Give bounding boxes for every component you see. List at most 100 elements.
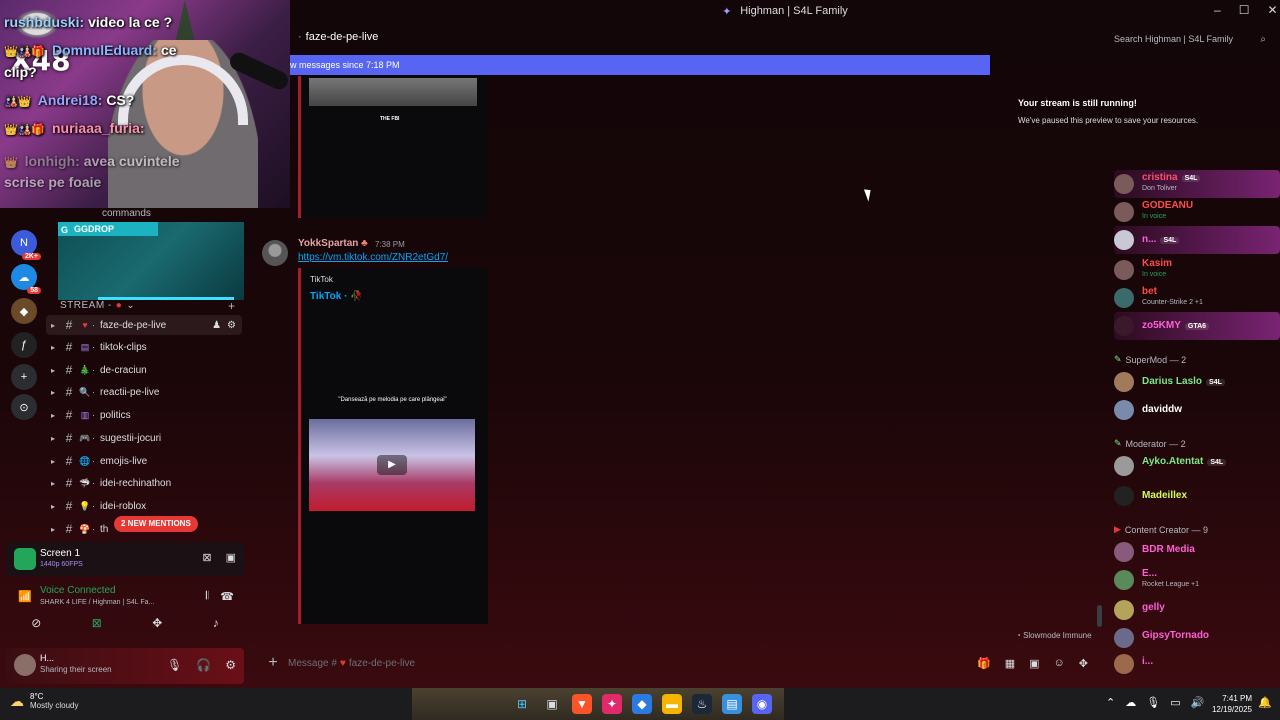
apps-icon[interactable]: ✥ <box>1079 657 1088 670</box>
sticker-icon[interactable]: ▣ <box>1029 657 1039 670</box>
mic-icon[interactable]: 🎙 <box>167 658 182 672</box>
discover-icon[interactable]: ⊙ <box>11 394 37 420</box>
gif-icon[interactable]: ▦ <box>1005 657 1015 670</box>
soundboard-icon[interactable]: ♪ <box>213 616 219 636</box>
channel-item[interactable]: ▸ # 💡 · idei-roblox <box>46 496 242 516</box>
server-icon-4[interactable]: ƒ <box>11 332 37 358</box>
channel-commands[interactable]: commands <box>102 208 151 219</box>
weather-widget[interactable]: ☁ 8°C Mostly cloudy <box>10 692 78 710</box>
member-item[interactable]: Kasim In voice <box>1114 256 1280 284</box>
play-icon[interactable]: ▶ <box>377 455 407 475</box>
avatar <box>1114 542 1134 562</box>
voice-channel[interactable]: SHARK 4 LIFE / Highman | S4L Fa... <box>40 599 154 606</box>
member-name: daviddw <box>1142 404 1183 415</box>
member-item[interactable]: GODEANU In voice <box>1114 198 1280 226</box>
channel-item[interactable]: ▸ # 🦈 · idei-rechinathon <box>46 473 242 493</box>
add-channel-icon[interactable]: + <box>228 299 236 313</box>
noise-icon[interactable]: 𝄃 <box>206 590 208 603</box>
message-author[interactable]: YokkSpartan ♣ <box>298 238 368 249</box>
member-group-moderator: ✎ Moderator — 2 <box>1114 438 1186 449</box>
network-icon[interactable]: ▭ <box>1170 696 1180 709</box>
channel-item[interactable]: ▸ # 🎄 · de-craciun <box>46 360 242 380</box>
video-thumbnail[interactable]: ▶ <box>309 419 475 511</box>
channel-item[interactable]: ▸ # ▥ · politics <box>46 405 242 425</box>
channel-item[interactable]: ▸ # 🎮 · sugestii-jocuri <box>46 428 242 448</box>
server-icon-3[interactable]: ◆ <box>11 298 37 324</box>
steam-icon[interactable]: ♨ <box>692 694 712 714</box>
task-view-icon[interactable]: ▣ <box>542 694 562 714</box>
disconnect-icon[interactable]: ☎ <box>220 590 234 603</box>
activity-icon[interactable]: ✥ <box>152 616 162 636</box>
channel-list: commands G GGDROP STREAM - ● ⌄ + ▸ # ♥ · fa… <box>46 208 246 536</box>
message-composer[interactable]: + Message # ♥ faze-de-pe-live 🎁 ▦ ▣ ☺ ✥ <box>258 650 1098 676</box>
add-server-icon[interactable]: + <box>11 364 37 390</box>
chat-badges: 🎎👑 <box>4 96 32 108</box>
gift-icon[interactable]: 🎁 <box>977 657 991 670</box>
channel-item[interactable]: ▸ # 🌐 · emojis-live <box>46 451 242 471</box>
member-item[interactable]: n... S4L <box>1114 226 1280 254</box>
maximize-icon[interactable]: ☐ <box>1239 3 1250 17</box>
live-dot-icon: ● <box>115 300 123 311</box>
store-icon[interactable]: ◆ <box>632 694 652 714</box>
notification-icon[interactable]: 🔔 <box>1258 696 1272 709</box>
close-icon[interactable]: ✕ <box>1267 3 1277 17</box>
avatar[interactable] <box>262 240 288 266</box>
member-item[interactable]: GipsyTornado <box>1114 624 1280 652</box>
share-screen-icon[interactable]: ⊠ <box>92 616 102 636</box>
channel-item[interactable]: ▸ # ♥ · faze-de-pe-live ♟ ⚙ <box>46 315 242 335</box>
attach-icon[interactable]: + <box>258 654 288 672</box>
hash-icon: # <box>65 385 73 399</box>
volume-icon[interactable]: 🔊 <box>1191 696 1205 709</box>
hash-icon: # <box>65 522 73 536</box>
member-item[interactable]: Madeillex <box>1114 482 1280 510</box>
copilot-icon[interactable]: ✦ <box>602 694 622 714</box>
member-item[interactable]: zo5KMY GTA6 <box>1114 312 1280 340</box>
voice-status: Voice Connected <box>40 585 116 596</box>
avatar[interactable] <box>14 654 36 676</box>
server-icon-2[interactable]: ☁ 58 <box>11 264 41 294</box>
channel-item[interactable]: ▸ # 🔍 · reactii-pe-live <box>46 382 242 402</box>
member-item[interactable]: gelly <box>1114 596 1280 624</box>
cloud-tray-icon[interactable]: ☁ <box>1125 696 1136 709</box>
member-item[interactable]: BDR Media <box>1114 538 1280 566</box>
search-input[interactable]: Search Highman | S4L Family ⌕ <box>1108 30 1272 48</box>
embed-image[interactable] <box>309 78 477 106</box>
message-link[interactable]: https://vm.tiktok.com/ZNR2etGd7/ <box>298 252 448 263</box>
camera-off-icon[interactable]: ⊘ <box>31 616 41 636</box>
headphones-icon[interactable]: 🎧 <box>196 658 211 672</box>
scrollbar[interactable] <box>1097 605 1102 627</box>
mic-tray-icon[interactable]: 🎙 <box>1146 696 1160 709</box>
category-stream[interactable]: STREAM - ● ⌄ + <box>60 299 235 313</box>
chevron-up-icon[interactable]: ⌃ <box>1106 696 1115 709</box>
member-name: n... S4L <box>1142 234 1180 245</box>
avatar <box>1114 570 1134 590</box>
member-item[interactable]: Ayko.Atentat S4L <box>1114 452 1280 480</box>
discord-icon[interactable]: ◉ <box>752 694 772 714</box>
windows-start-icon[interactable]: ⊞ <box>512 694 532 714</box>
server-icon-1[interactable]: N 2K+ <box>11 230 41 260</box>
brave-browser-icon[interactable]: ▼ <box>572 694 592 714</box>
notepad-icon[interactable]: ▤ <box>722 694 742 714</box>
gear-icon[interactable]: ⚙ <box>225 658 236 672</box>
member-item[interactable]: cristina S4L Don Toliver <box>1114 170 1280 198</box>
server-badge: 58 <box>27 287 41 294</box>
ggdrop-banner[interactable]: G GGDROP <box>58 222 244 300</box>
member-item[interactable]: daviddw <box>1114 396 1280 424</box>
file-explorer-icon[interactable]: ▬ <box>662 694 682 714</box>
minimize-icon[interactable]: – <box>1214 3 1221 17</box>
member-item[interactable]: Darius Laslo S4L <box>1114 368 1280 396</box>
stream-settings-icon[interactable]: ▣ <box>226 551 236 564</box>
member-item[interactable]: E... Rocket League +1 <box>1114 566 1280 594</box>
new-messages-bar[interactable]: w messages since 7:18 PM <box>290 55 990 75</box>
member-item[interactable]: bet Counter-Strike 2 +1 <box>1114 284 1280 312</box>
invite-icon[interactable]: ♟ <box>212 320 221 331</box>
embed-title[interactable]: TikTok · 🥀 <box>310 291 363 302</box>
screen-share-panel: Screen 1 1440p 60FPS ⊠ ▣ <box>6 542 244 576</box>
new-mentions-pill[interactable]: 2 NEW MENTIONS <box>114 516 198 532</box>
emoji-icon[interactable]: ☺ <box>1054 657 1065 670</box>
gear-icon[interactable]: ⚙ <box>227 320 236 331</box>
stop-stream-icon[interactable]: ⊠ <box>202 551 211 564</box>
clock[interactable]: 7:41 PM 12/19/2025 <box>1206 693 1252 715</box>
channel-item[interactable]: ▸ # ▤ · tiktok-clips <box>46 337 242 357</box>
member-item[interactable]: i... <box>1114 650 1280 678</box>
